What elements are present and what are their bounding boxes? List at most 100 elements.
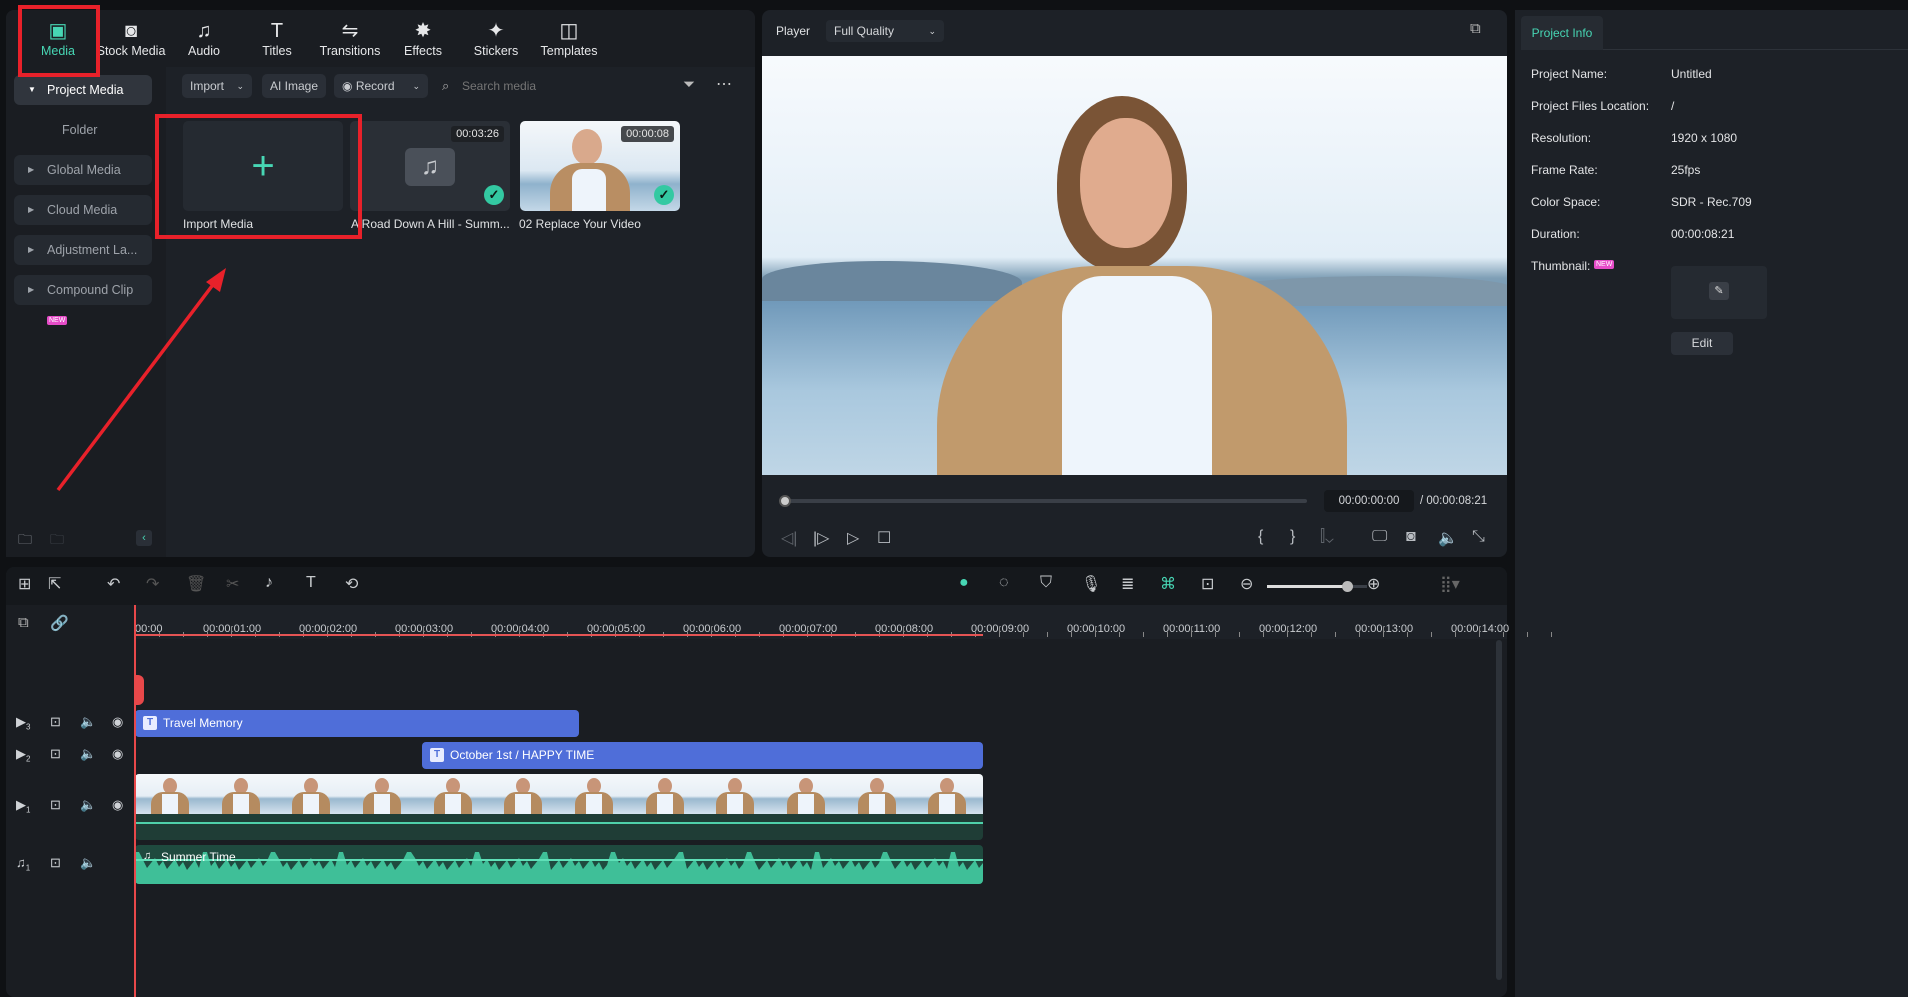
lock-icon[interactable]: ⊡ [50, 797, 61, 813]
quality-dropdown[interactable]: Full Quality ⌄ [826, 20, 944, 42]
display-icon[interactable]: 🖵 [1372, 528, 1387, 546]
ai-image-button[interactable]: AI Image [262, 74, 327, 98]
playhead-marker[interactable] [134, 675, 144, 705]
sidebar-item-project-media[interactable]: ▼ Project Media [14, 75, 152, 105]
tab-templates[interactable]: ◫ Templates [533, 10, 605, 66]
tab-stickers[interactable]: ✦ Stickers [460, 10, 532, 66]
zoom-out-icon[interactable]: ⊖ [1240, 574, 1253, 594]
stop-icon[interactable]: ☐ [877, 528, 891, 548]
render-icon[interactable]: ◌ [999, 574, 1009, 592]
record-dropdown[interactable]: ◉ Record ⌄ [334, 74, 428, 98]
tab-label: Stickers [473, 44, 519, 58]
current-time[interactable]: 00:00:00:00 [1324, 490, 1414, 512]
playhead-handle[interactable] [779, 495, 791, 507]
sidebar-item-label: Project Media [47, 83, 124, 97]
visibility-icon[interactable]: ◉ [112, 714, 123, 730]
stickers-icon: ✦ [487, 20, 505, 42]
add-track-icon[interactable]: ⧉ [18, 614, 29, 631]
title-clip-october[interactable]: T October 1st / HAPPY TIME [422, 742, 983, 769]
video-frame [629, 774, 701, 814]
lock-icon[interactable]: ⊡ [50, 855, 61, 871]
thumbnail-preview[interactable]: ✎ [1671, 266, 1767, 319]
snapshot-icon[interactable]: ◙ [1406, 528, 1416, 546]
delete-icon[interactable]: 🗑 [186, 574, 206, 594]
select-tool-icon[interactable]: ⇱ [48, 574, 61, 594]
more-options-icon[interactable]: ⋯ [716, 74, 732, 94]
sidebar-item-label: Adjustment La... [47, 243, 138, 257]
ruler-tick [1551, 632, 1552, 637]
transitions-icon: ⇋ [341, 20, 359, 42]
fit-icon[interactable]: ⊡ [1201, 574, 1214, 594]
previous-frame-icon[interactable]: ◁| [781, 528, 797, 548]
mark-in-icon[interactable]: { [1258, 528, 1263, 546]
media-item-audio[interactable]: ♫ 00:03:26 ✓ [350, 121, 510, 211]
search-icon: ⌕ [442, 78, 450, 93]
tab-titles[interactable]: T Titles [241, 10, 313, 66]
audio-adjust-icon[interactable]: ♪ [265, 574, 273, 592]
play-icon[interactable]: ▷ [847, 528, 859, 548]
mute-icon[interactable]: 🔈 [80, 746, 96, 762]
lock-icon[interactable]: ⊡ [50, 746, 61, 762]
mute-icon[interactable]: 🔈 [80, 855, 96, 871]
volume-icon[interactable]: 🔈 [1438, 528, 1458, 548]
lock-icon[interactable]: ⊡ [50, 714, 61, 730]
title-clip-travel-memory[interactable]: T Travel Memory [135, 710, 579, 737]
play-frame-icon[interactable]: |▷ [813, 528, 829, 548]
project-info-panel [1515, 10, 1908, 997]
ruler-tick [1287, 627, 1288, 637]
marker-icon[interactable]: ⛉ [1040, 574, 1052, 592]
filter-icon[interactable]: ⏷ [683, 76, 695, 93]
folder-icon[interactable]: 🗀 [50, 529, 64, 553]
audio-clip[interactable]: ♫ Summer Time [135, 845, 983, 884]
microphone-icon[interactable]: 🎙 [1081, 574, 1101, 594]
import-dropdown[interactable]: Import ⌄ [182, 74, 252, 98]
text-icon[interactable]: T [306, 574, 316, 592]
edit-thumbnail-button[interactable]: Edit [1671, 332, 1733, 355]
track-settings-icon[interactable]: ⣿▾ [1440, 574, 1460, 594]
video-frame [912, 774, 983, 814]
visibility-icon[interactable]: ◉ [112, 746, 123, 762]
video-track-icon: ▶3 [16, 714, 31, 732]
cut-icon[interactable]: ✂ [226, 574, 239, 594]
video-clip[interactable] [135, 774, 983, 840]
duration-badge: 00:00:08 [621, 126, 674, 142]
tab-effects[interactable]: ✸ Effects [387, 10, 459, 66]
playhead-line[interactable] [134, 605, 136, 997]
video-frame [276, 774, 348, 814]
search-media-input[interactable] [462, 76, 662, 96]
undo-icon[interactable]: ↶ [107, 574, 120, 594]
auto-caption-icon[interactable]: ⟲ [345, 574, 358, 594]
sidebar-item-cloud-media[interactable]: ▶ Cloud Media [14, 195, 152, 225]
mute-icon[interactable]: 🔈 [80, 714, 96, 730]
snap-icon[interactable]: ⌘ [1160, 574, 1176, 594]
tab-transitions[interactable]: ⇋ Transitions [314, 10, 386, 66]
scopes-icon[interactable]: ⧉ [1470, 20, 1481, 37]
mute-icon[interactable]: 🔈 [80, 797, 96, 813]
tab-project-info[interactable]: Project Info [1521, 16, 1603, 50]
tab-label: Audio [188, 44, 220, 58]
zoom-slider[interactable] [1267, 581, 1367, 592]
ai-mate-icon[interactable]: ● [959, 574, 969, 592]
timeline-scrollbar[interactable] [1496, 640, 1502, 980]
new-badge: NEW [1594, 260, 1615, 269]
playback-progress-track[interactable] [785, 499, 1307, 503]
redo-icon[interactable]: ↷ [146, 574, 159, 594]
tab-stock-media[interactable]: ◙ Stock Media [95, 10, 167, 66]
media-item-video[interactable]: 00:00:08 ✓ [520, 121, 680, 211]
mark-out-icon[interactable]: } [1290, 528, 1295, 546]
info-label: Project Name: [1531, 67, 1608, 81]
ruler-tick [1215, 632, 1216, 637]
layout-icon[interactable]: ⊞ [18, 574, 31, 594]
link-icon[interactable]: 🔗 [50, 614, 69, 632]
collapse-sidebar-button[interactable]: ‹ [136, 530, 152, 546]
sidebar-item-global-media[interactable]: ▶ Global Media [14, 155, 152, 185]
insert-icon[interactable]: ⫿⌄ [1320, 528, 1334, 546]
fullscreen-icon[interactable]: ⤡ [1472, 528, 1485, 546]
visibility-icon[interactable]: ◉ [112, 797, 123, 813]
ruler-tick-label: 00:00:10:00 [1067, 623, 1126, 635]
tab-audio[interactable]: ♫ Audio [168, 10, 240, 66]
sidebar-item-folder[interactable]: Folder [62, 123, 97, 137]
new-folder-icon[interactable]: 🗀 [18, 529, 32, 553]
zoom-in-icon[interactable]: ⊕ [1367, 574, 1380, 594]
audio-mix-icon[interactable]: ≣ [1121, 574, 1134, 594]
